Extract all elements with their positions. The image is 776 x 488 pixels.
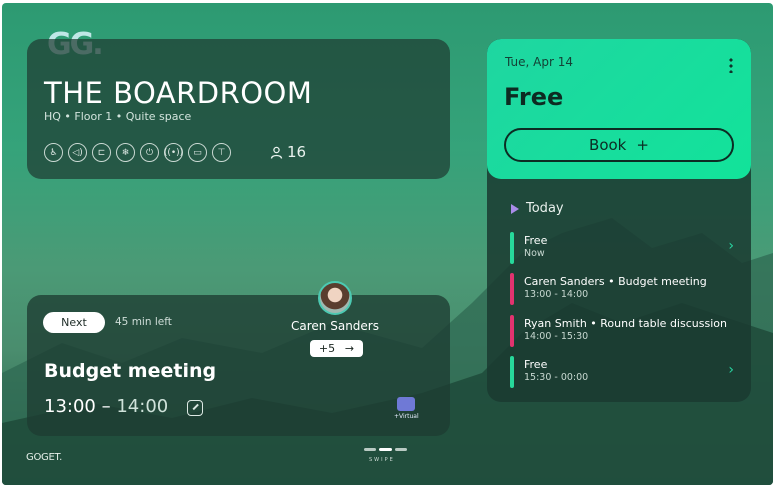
slot-color-bar bbox=[510, 356, 514, 388]
teams-icon bbox=[397, 397, 416, 411]
cast-icon: ⊏ bbox=[92, 143, 111, 162]
slot-time: Now bbox=[524, 248, 545, 259]
room-subtitle: HQ • Floor 1 • Quite space bbox=[44, 110, 192, 123]
next-meeting-card[interactable]: Next 45 min left Budget meeting 13:00 – … bbox=[27, 295, 450, 436]
chevron-right-icon[interactable]: › bbox=[728, 362, 734, 378]
current-date: Tue, Apr 14 bbox=[505, 55, 573, 69]
next-badge: Next bbox=[43, 312, 105, 333]
slot-time: 14:00 - 15:30 bbox=[524, 331, 589, 342]
arrow-right-icon: → bbox=[344, 342, 355, 355]
today-label: Today bbox=[526, 201, 564, 216]
avatar bbox=[318, 281, 352, 315]
room-state: Free bbox=[504, 83, 564, 111]
attendees-button[interactable]: +5 → bbox=[310, 340, 363, 357]
today-header: Today bbox=[511, 201, 564, 216]
meeting-time: 13:00 – 14:00 bbox=[44, 396, 168, 417]
page-dot-active[interactable] bbox=[379, 448, 392, 451]
person-icon bbox=[270, 146, 283, 159]
schedule-item[interactable]: Free Now › bbox=[510, 232, 740, 264]
amenities-row: ♿ ◁) ⊏ ❄ ⏻ ((•)) ▭ ⊤ bbox=[44, 143, 231, 162]
book-label: Book bbox=[589, 136, 627, 154]
edit-icon[interactable] bbox=[187, 400, 203, 416]
wireless-icon: ((•)) bbox=[164, 143, 183, 162]
slot-color-bar bbox=[510, 273, 514, 305]
time-separator: – bbox=[101, 396, 111, 417]
slot-title: Free bbox=[524, 234, 548, 247]
capacity-count: 16 bbox=[287, 143, 307, 161]
chevron-right-icon[interactable]: › bbox=[728, 238, 734, 254]
slot-color-bar bbox=[510, 232, 514, 264]
start-time: 13:00 bbox=[44, 396, 96, 417]
play-icon bbox=[511, 203, 519, 214]
swipe-hint: SWIPE bbox=[369, 457, 395, 463]
more-menu-icon[interactable] bbox=[729, 57, 733, 73]
accessible-icon: ♿ bbox=[44, 143, 63, 162]
speaker-icon: ◁) bbox=[68, 143, 87, 162]
end-time: 14:00 bbox=[116, 396, 169, 417]
availability-panel: Tue, Apr 14 Free Book + Today Free Now ›… bbox=[487, 39, 751, 402]
attendees-more: +5 bbox=[318, 342, 336, 355]
page-indicator[interactable] bbox=[364, 448, 407, 451]
power-icon: ⏻ bbox=[140, 143, 159, 162]
room-info-card: THE BOARDROOM HQ • Floor 1 • Quite space… bbox=[27, 39, 450, 179]
slot-time: 13:00 - 14:00 bbox=[524, 289, 589, 300]
slot-title: Ryan Smith • Round table discussion bbox=[524, 317, 727, 330]
capacity: 16 bbox=[270, 143, 306, 161]
book-button[interactable]: Book + bbox=[504, 128, 734, 162]
room-title: THE BOARDROOM bbox=[44, 76, 313, 110]
slot-title: Free bbox=[524, 358, 548, 371]
host-name: Caren Sanders bbox=[291, 319, 379, 333]
status-header: Tue, Apr 14 Free Book + bbox=[487, 39, 751, 179]
schedule-item[interactable]: Free 15:30 - 00:00 › bbox=[510, 356, 740, 388]
countdown-text: 45 min left bbox=[115, 316, 172, 328]
page-dot[interactable] bbox=[395, 448, 407, 451]
room-display-screen: GG. THE BOARDROOM HQ • Floor 1 • Quite s… bbox=[2, 3, 773, 485]
schedule-item[interactable]: Caren Sanders • Budget meeting 13:00 - 1… bbox=[510, 273, 740, 305]
virtual-meeting[interactable]: +Virtual bbox=[394, 397, 419, 420]
footer-logo: GOGET. bbox=[26, 452, 62, 463]
slot-time: 15:30 - 00:00 bbox=[524, 372, 589, 383]
plus-icon: + bbox=[636, 136, 649, 154]
whiteboard-icon: ⊤ bbox=[212, 143, 231, 162]
ac-icon: ❄ bbox=[116, 143, 135, 162]
display-icon: ▭ bbox=[188, 143, 207, 162]
meeting-title: Budget meeting bbox=[44, 360, 217, 382]
page-dot[interactable] bbox=[364, 448, 376, 451]
schedule-item[interactable]: Ryan Smith • Round table discussion 14:0… bbox=[510, 315, 740, 347]
slot-title: Caren Sanders • Budget meeting bbox=[524, 275, 707, 288]
virtual-label: +Virtual bbox=[394, 413, 419, 420]
slot-color-bar bbox=[510, 315, 514, 347]
